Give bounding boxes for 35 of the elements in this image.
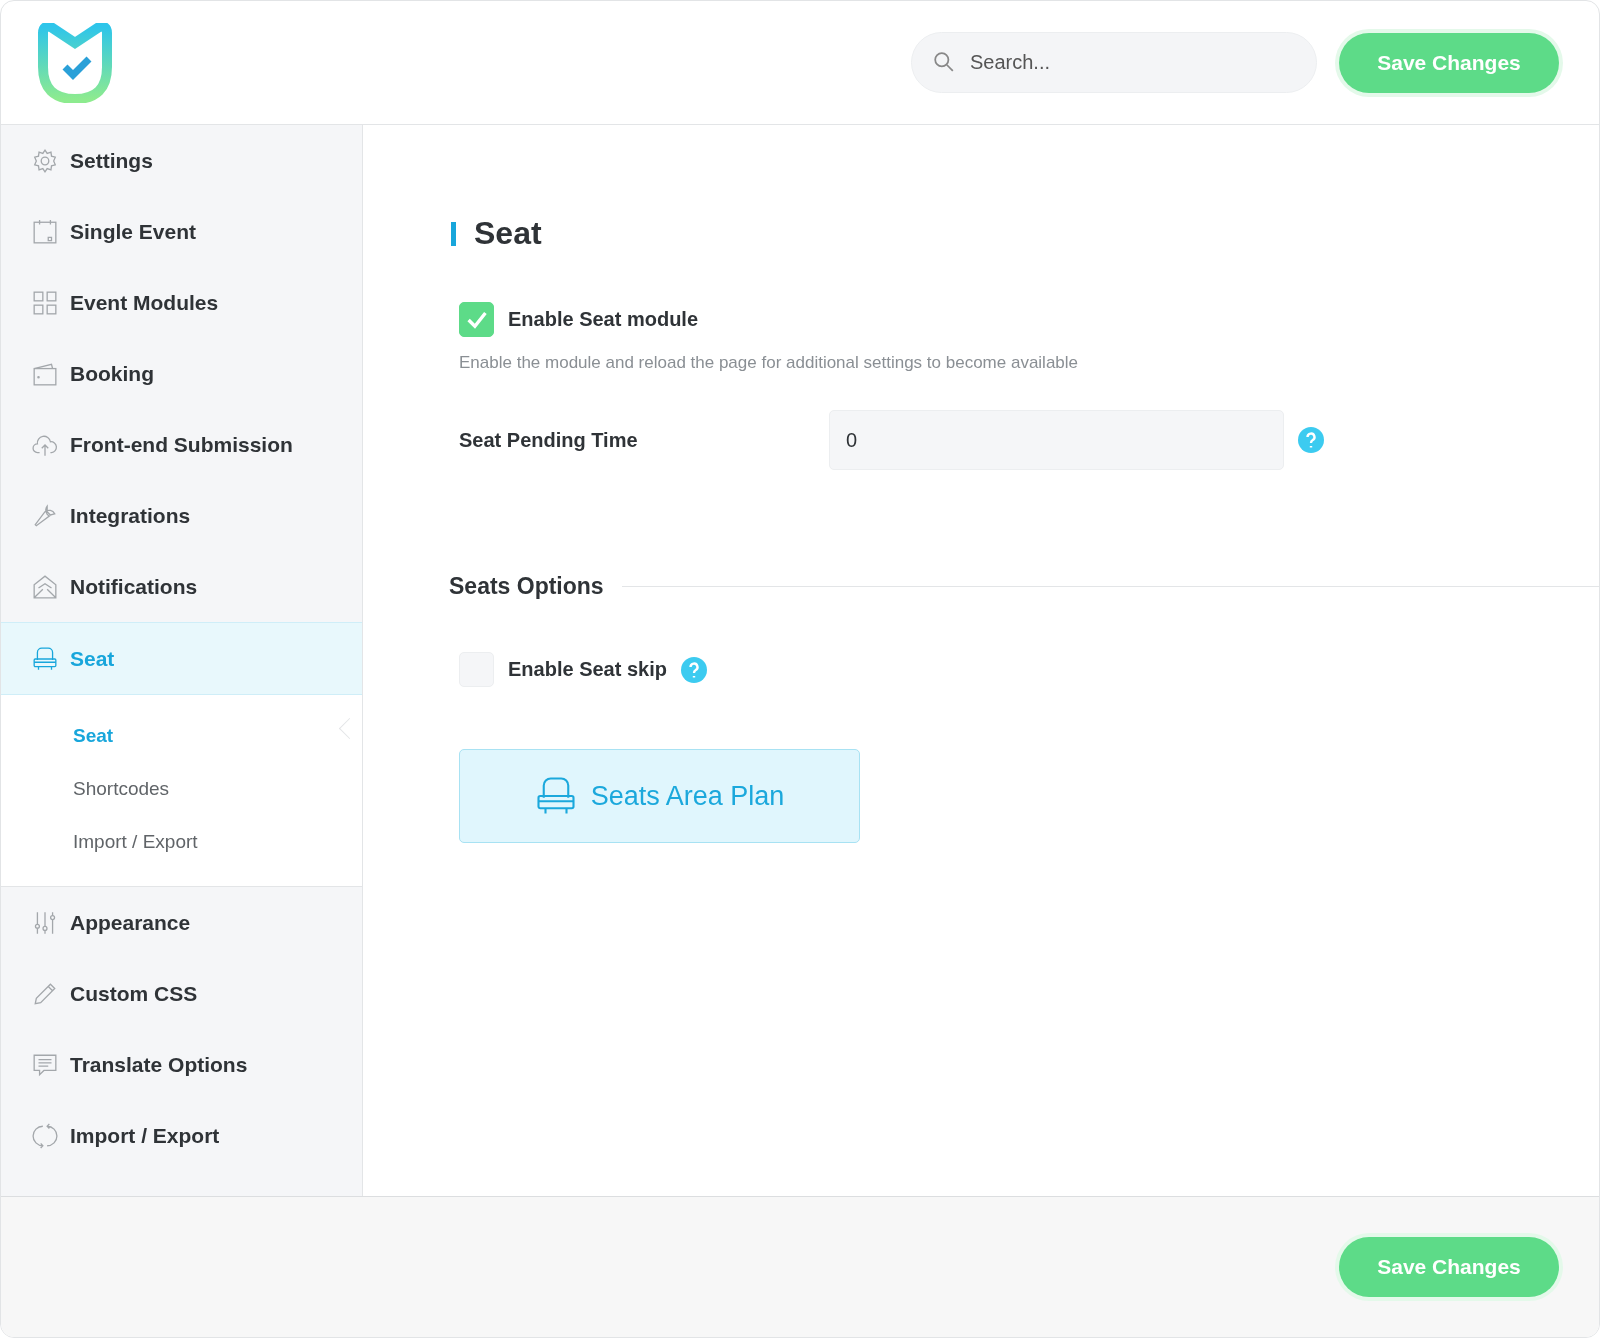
sliders-icon bbox=[32, 909, 58, 936]
description: Enable the module and reload the page for additional settings to become available bbox=[459, 353, 1080, 373]
checkbox-label: Enable Seat skip bbox=[508, 658, 667, 681]
help-icon[interactable] bbox=[680, 656, 707, 683]
sidebar-item[interactable]: Integrations bbox=[1, 480, 362, 551]
sidebar-item[interactable]: Booking bbox=[1, 338, 362, 409]
checkbox-label: Enable Seat module bbox=[508, 308, 699, 331]
sidebar-item[interactable]: Event Modules bbox=[1, 267, 362, 338]
logo-icon bbox=[35, 22, 115, 103]
sidebar-item[interactable]: Import / Export bbox=[1, 1100, 362, 1171]
sidebar-item[interactable]: Notifications bbox=[1, 551, 362, 622]
sidebar-item[interactable]: Appearance bbox=[1, 887, 362, 958]
seat-icon bbox=[32, 645, 58, 672]
section-heading: Seats Options bbox=[449, 573, 604, 600]
search-field[interactable]: Search... bbox=[911, 32, 1317, 93]
sidebar-item[interactable]: Translate Options bbox=[1, 1029, 362, 1100]
section-title: Seat bbox=[474, 215, 542, 252]
gear-icon bbox=[32, 147, 58, 174]
grid-icon bbox=[32, 289, 58, 316]
search-icon bbox=[933, 51, 955, 73]
submenu-item[interactable]: Shortcodes bbox=[1, 762, 362, 815]
help-icon[interactable] bbox=[1298, 427, 1324, 453]
input-field[interactable]: 0 bbox=[829, 410, 1284, 470]
checkbox[interactable] bbox=[459, 302, 494, 337]
sidebar-item[interactable]: Settings bbox=[1, 125, 362, 196]
submenu-item[interactable]: Import / Export bbox=[1, 815, 362, 868]
sidebar-item[interactable]: Single Event bbox=[1, 196, 362, 267]
sidebar-item[interactable]: Custom CSS bbox=[1, 958, 362, 1029]
field-label: Seat Pending Time bbox=[459, 428, 639, 452]
sidebar-item[interactable]: Front-end Submission bbox=[1, 409, 362, 480]
title-accent-bar bbox=[451, 221, 456, 246]
calendar-icon bbox=[32, 218, 58, 245]
armchair-icon bbox=[534, 775, 577, 817]
refresh-icon bbox=[32, 1122, 58, 1149]
pencil-icon bbox=[32, 980, 58, 1007]
